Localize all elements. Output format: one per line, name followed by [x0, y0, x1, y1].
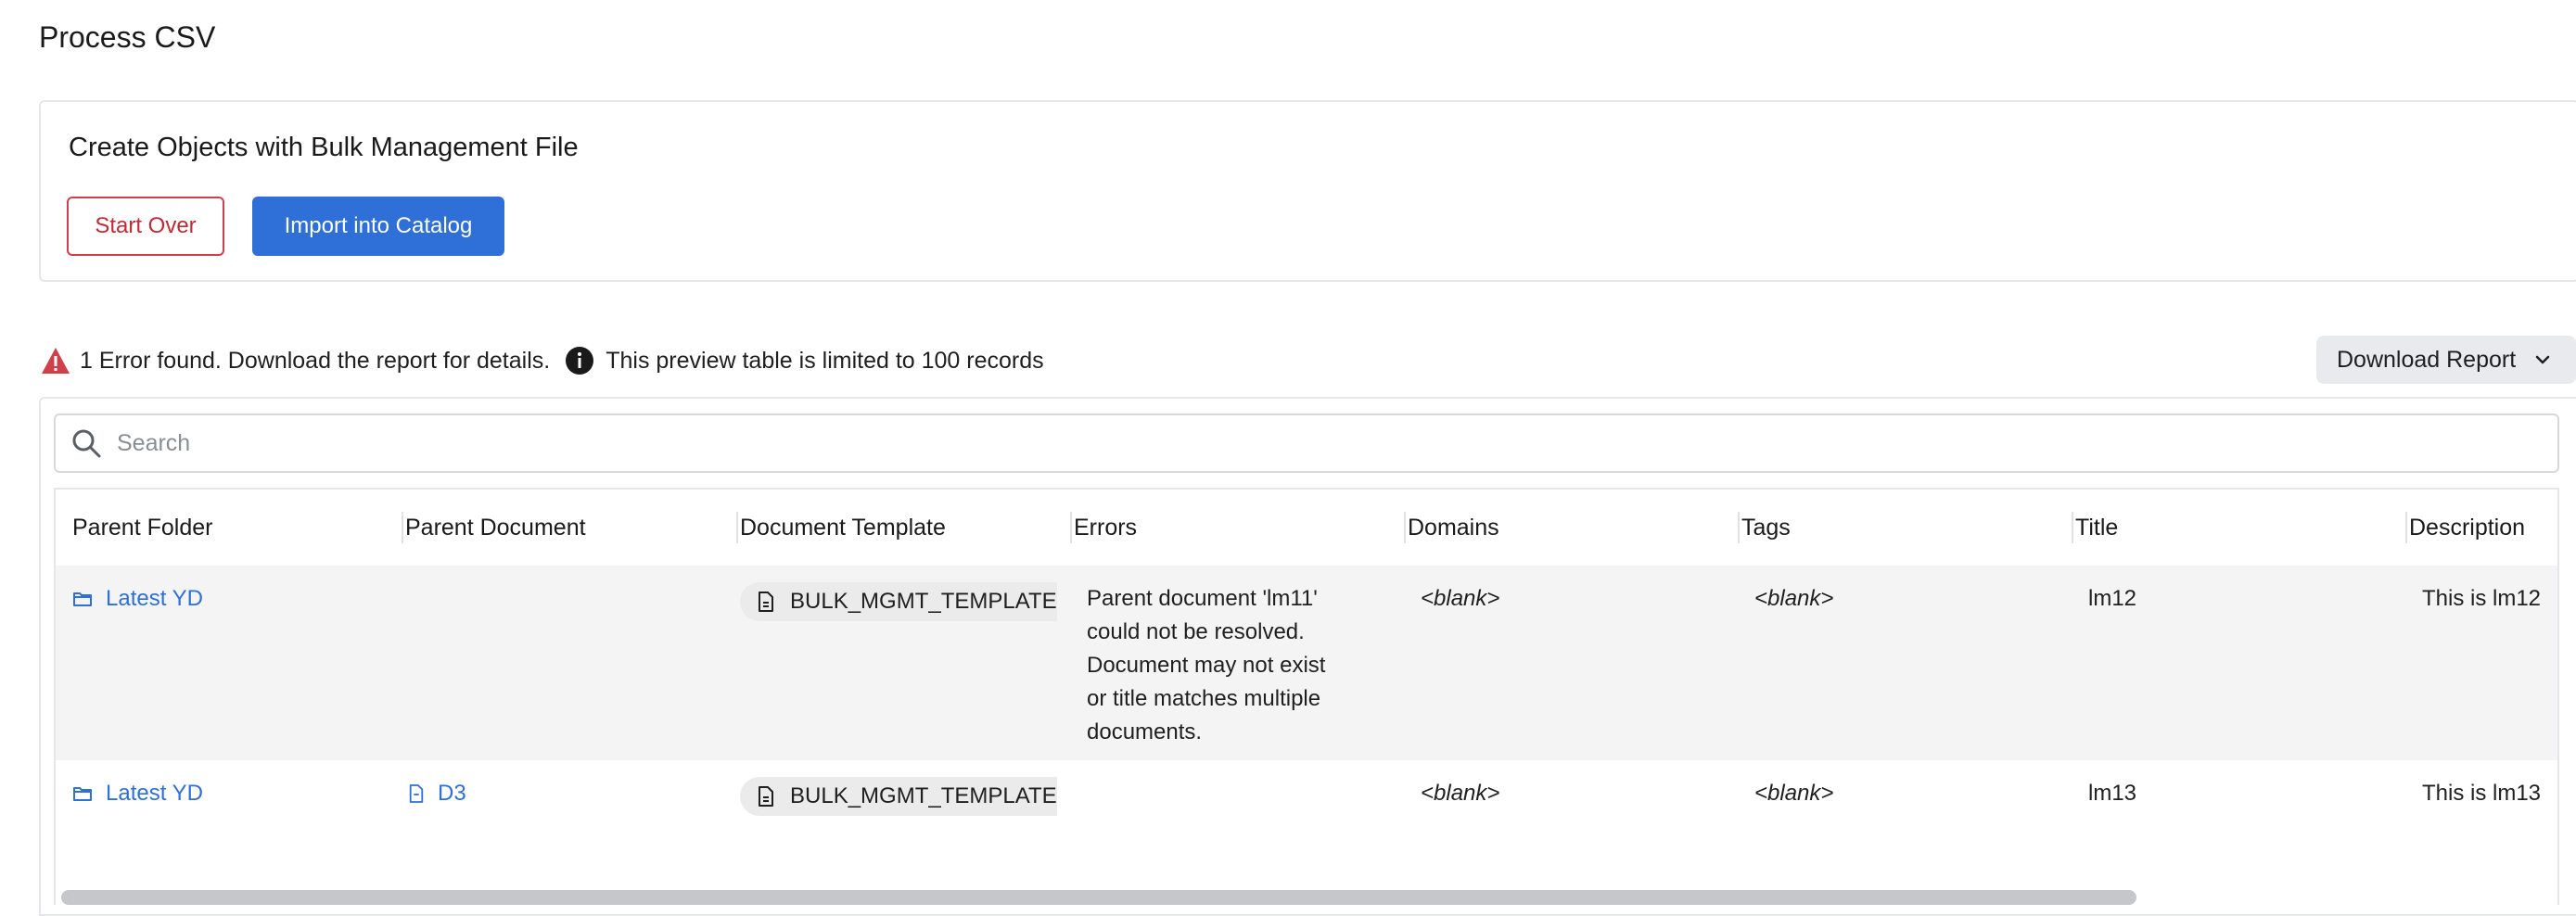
column-divider[interactable] — [1070, 512, 1072, 543]
search-icon — [72, 429, 101, 458]
column-header-label: Parent Document — [405, 514, 586, 541]
folder-icon — [73, 592, 92, 606]
template-chip: BULK_MGMT_TEMPLATE — [740, 777, 1057, 816]
tags-cell: <blank> — [1754, 586, 1834, 611]
column-header-label: Title — [2075, 514, 2119, 541]
column-divider[interactable] — [2072, 512, 2073, 543]
page-title: Process CSV — [39, 20, 216, 54]
column-divider[interactable] — [402, 512, 403, 543]
template-label: BULK_MGMT_TEMPLATE — [790, 783, 1057, 808]
import-into-catalog-button[interactable]: Import into Catalog — [252, 197, 504, 256]
error-line: could not be resolved. — [1087, 619, 1305, 644]
column-divider[interactable] — [1738, 512, 1740, 543]
tags-cell: <blank> — [1754, 781, 1834, 806]
parent-folder-label: Latest YD — [106, 781, 203, 806]
document-icon — [759, 786, 773, 807]
domains-cell: <blank> — [1421, 781, 1500, 806]
column-header-label: Document Template — [740, 514, 946, 541]
folder-icon — [73, 787, 92, 801]
error-line: documents. — [1087, 719, 1203, 744]
preview-table: Parent Folder Parent Document Document T… — [54, 488, 2559, 905]
column-divider[interactable] — [2405, 512, 2407, 543]
preview-limit-text: This preview table is limited to 100 rec… — [606, 347, 1044, 374]
column-header-label: Parent Folder — [72, 514, 213, 541]
domains-cell: <blank> — [1421, 586, 1500, 611]
template-chip: BULK_MGMT_TEMPLATE — [740, 582, 1057, 621]
warning-triangle-icon — [42, 348, 70, 374]
status-bar: 1 Error found. Download the report for d… — [41, 345, 1044, 376]
error-summary-text: 1 Error found. Download the report for d… — [80, 347, 551, 374]
parent-folder-link[interactable]: Latest YD — [72, 582, 203, 616]
error-line: Parent document 'lm11' — [1087, 586, 1318, 611]
chevron-down-icon — [2535, 355, 2550, 364]
parent-folder-link[interactable]: Latest YD — [72, 777, 203, 810]
column-header-label: Description — [2409, 514, 2526, 541]
column-divider[interactable] — [1404, 512, 1406, 543]
start-over-button[interactable]: Start Over — [67, 197, 224, 256]
column-header-tags[interactable]: Tags — [1738, 490, 1791, 566]
document-icon — [759, 592, 773, 612]
column-header-document-template[interactable]: Document Template — [736, 490, 946, 566]
error-line: or title matches multiple — [1087, 686, 1321, 711]
search-box[interactable] — [54, 413, 2559, 473]
parent-document-link[interactable]: D3 — [408, 777, 466, 810]
horizontal-scrollbar[interactable] — [61, 890, 2136, 905]
card-title: Create Objects with Bulk Management File — [69, 133, 579, 162]
search-input[interactable] — [115, 428, 2437, 458]
column-header-label: Errors — [1074, 514, 1138, 541]
title-cell: lm12 — [2088, 586, 2137, 611]
column-divider[interactable] — [736, 512, 738, 543]
info-circle-icon — [566, 347, 594, 375]
description-cell: This is lm13 — [2422, 781, 2542, 806]
title-cell: lm13 — [2088, 781, 2137, 806]
column-header-parent-folder[interactable]: Parent Folder — [72, 490, 212, 566]
column-header-title[interactable]: Title — [2072, 490, 2119, 566]
error-cell: Parent document 'lm11' could not be reso… — [1087, 582, 1365, 749]
document-icon — [409, 784, 424, 803]
column-header-domains[interactable]: Domains — [1404, 490, 1499, 566]
bulk-management-card: Create Objects with Bulk Management File… — [39, 100, 2576, 282]
parent-folder-label: Latest YD — [106, 586, 203, 611]
download-report-button[interactable]: Download Report — [2316, 336, 2576, 384]
column-header-errors[interactable]: Errors — [1070, 490, 1138, 566]
parent-document-label: D3 — [438, 781, 466, 806]
column-header-label: Tags — [1741, 514, 1791, 541]
column-header-description[interactable]: Description — [2405, 490, 2526, 566]
column-header-label: Domains — [1408, 514, 1499, 541]
template-label: BULK_MGMT_TEMPLATE — [790, 589, 1057, 614]
error-line: Document may not exist — [1087, 653, 1326, 678]
description-cell: This is lm12 — [2422, 586, 2542, 611]
column-header-parent-document[interactable]: Parent Document — [402, 490, 586, 566]
download-report-label: Download Report — [2337, 346, 2517, 373]
